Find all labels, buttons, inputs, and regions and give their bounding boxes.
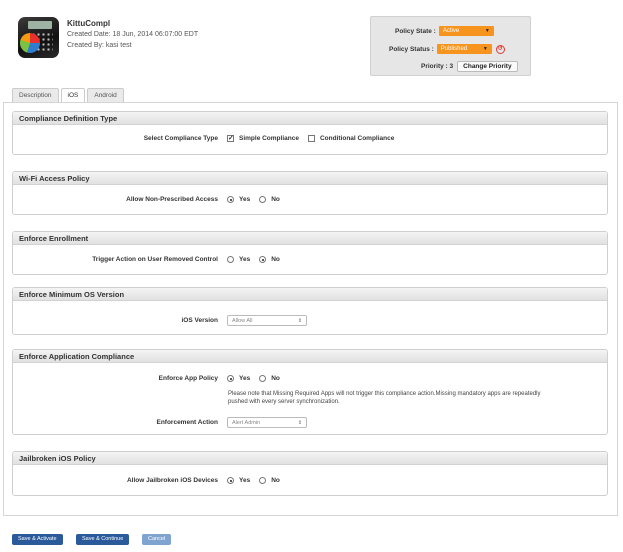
section-title: Wi-Fi Access Policy <box>13 172 607 185</box>
compliance-type-row: Select Compliance Type ✓ Simple Complian… <box>13 135 607 142</box>
policy-state-value: Active <box>442 28 460 34</box>
jailbroken-yes-label: Yes <box>239 477 251 484</box>
conditional-compliance-checkbox[interactable] <box>307 135 315 142</box>
enrollment-no-label: No <box>271 256 280 263</box>
ios-version-control: Allow All ⇕ <box>227 315 307 326</box>
app-policy-no-radio[interactable] <box>259 375 267 382</box>
enrollment-label: Trigger Action on User Removed Control <box>92 256 218 263</box>
save-activate-button[interactable]: Save & Activate <box>12 534 63 545</box>
app-policy-yes-label: Yes <box>239 375 251 382</box>
wifi-yes-radio[interactable] <box>227 196 234 203</box>
wifi-no-radio[interactable] <box>259 196 267 203</box>
platform-tabs: Description iOS Android <box>12 88 126 103</box>
enforce-app-policy-options: Yes No <box>227 375 289 382</box>
created-by: Created By: kasi test <box>67 42 132 49</box>
conditional-compliance-label: Conditional Compliance <box>319 135 395 142</box>
jailbroken-label: Allow Jailbroken iOS Devices <box>126 477 218 484</box>
jailbroken-options: Yes No <box>227 477 289 484</box>
app-name: KittuCompl <box>67 19 111 28</box>
policy-status-panel: Policy State : Active ▼ Policy Status : … <box>370 16 531 76</box>
wifi-access-row: Allow Non-Prescribed Access Yes No <box>13 196 607 203</box>
section-title: Compliance Definition Type <box>13 112 607 125</box>
note-line: Please note that Missing Required Apps w… <box>228 391 541 397</box>
compliance-type-options: ✓ Simple Compliance Conditional Complian… <box>227 135 403 142</box>
pie-chart-icon <box>20 33 40 53</box>
policy-state-select[interactable]: Active ▼ <box>438 26 494 36</box>
section-title: Enforce Application Compliance <box>13 350 607 363</box>
ios-version-value: Allow All <box>232 317 253 324</box>
enforcement-action-label: Enforcement Action <box>156 419 218 426</box>
enforcement-action-select[interactable]: Alert Admin ⇕ <box>227 417 307 428</box>
wifi-access-section: Wi-Fi Access Policy Allow Non-Prescribed… <box>12 171 608 215</box>
caret-down-icon: ▼ <box>482 46 488 52</box>
policy-state-row: Policy State : Active ▼ <box>371 26 530 36</box>
section-title: Enforce Enrollment <box>13 232 607 245</box>
revert-icon[interactable]: ↺ <box>495 44 505 54</box>
cancel-button[interactable]: Cancel <box>142 534 172 545</box>
jailbroken-section: Jailbroken iOS Policy Allow Jailbroken i… <box>12 451 608 496</box>
jailbroken-row: Allow Jailbroken iOS Devices Yes No <box>13 477 607 484</box>
tab-ios[interactable]: iOS <box>60 88 86 103</box>
enforce-app-policy-row: Enforce App Policy Yes No <box>13 375 607 382</box>
ios-version-row: iOS Version Allow All ⇕ <box>13 315 607 326</box>
policy-state-label: Policy State : <box>395 27 436 35</box>
enrollment-row: Trigger Action on User Removed Control Y… <box>13 256 607 263</box>
enforce-app-policy-label: Enforce App Policy <box>158 375 218 382</box>
priority-row: Priority : 3 Change Priority <box>371 61 530 72</box>
caret-down-icon: ▼ <box>484 28 490 34</box>
wifi-access-label: Allow Non-Prescribed Access <box>126 196 218 203</box>
note-line: pushed with every server synchronization… <box>228 399 340 405</box>
enrollment-yes-radio[interactable] <box>227 256 234 263</box>
app-compliance-section: Enforce Application Compliance Enforce A… <box>12 349 608 435</box>
tab-description[interactable]: Description <box>12 88 59 102</box>
ios-version-label: iOS Version <box>181 317 219 324</box>
simple-compliance-checkbox[interactable]: ✓ <box>227 135 234 142</box>
policy-status-select[interactable]: Published ▼ <box>436 44 492 54</box>
save-continue-button[interactable]: Save & Continue <box>76 534 130 545</box>
sort-arrows-icon: ⇕ <box>297 317 302 324</box>
policy-status-label: Policy Status : <box>389 45 434 53</box>
wifi-access-options: Yes No <box>227 196 289 203</box>
priority-label: Priority : 3 <box>421 63 454 70</box>
calculator-screen-icon <box>28 21 52 29</box>
wifi-no-label: No <box>271 196 280 203</box>
policy-status-value: Published <box>440 46 468 52</box>
app-policy-yes-radio[interactable] <box>227 375 234 382</box>
minimum-os-section: Enforce Minimum OS Version iOS Version A… <box>12 287 608 335</box>
wifi-yes-label: Yes <box>239 196 251 203</box>
enrollment-options: Yes No <box>227 256 289 263</box>
change-priority-button[interactable]: Change Priority <box>457 61 518 72</box>
enrollment-yes-label: Yes <box>239 256 251 263</box>
enrollment-no-radio[interactable] <box>259 256 267 263</box>
app-icon <box>18 17 59 58</box>
app-policy-no-label: No <box>271 375 280 382</box>
created-date: Created Date: 18 Jun, 2014 06:07:00 EDT <box>67 31 199 38</box>
app-policy-note: Please note that Missing Required Apps w… <box>228 390 598 406</box>
enforcement-action-control: Alert Admin ⇕ <box>227 417 307 428</box>
simple-compliance-label: Simple Compliance <box>239 135 299 142</box>
sort-arrows-icon: ⇕ <box>297 419 302 426</box>
jailbroken-no-radio[interactable] <box>259 477 267 484</box>
enforcement-action-value: Alert Admin <box>232 419 261 426</box>
policy-status-row: Policy Status : Published ▼ ↺ <box>371 44 530 54</box>
ios-version-select[interactable]: Allow All ⇕ <box>227 315 307 326</box>
tab-android[interactable]: Android <box>87 88 124 102</box>
section-title: Jailbroken iOS Policy <box>13 452 607 465</box>
enforcement-action-row: Enforcement Action Alert Admin ⇕ <box>13 417 607 428</box>
section-title: Enforce Minimum OS Version <box>13 288 607 301</box>
jailbroken-no-label: No <box>271 477 280 484</box>
compliance-definition-section: Compliance Definition Type Select Compli… <box>12 111 608 155</box>
enforce-enrollment-section: Enforce Enrollment Trigger Action on Use… <box>12 231 608 275</box>
jailbroken-yes-radio[interactable] <box>227 477 234 484</box>
compliance-type-label: Select Compliance Type <box>143 135 218 142</box>
